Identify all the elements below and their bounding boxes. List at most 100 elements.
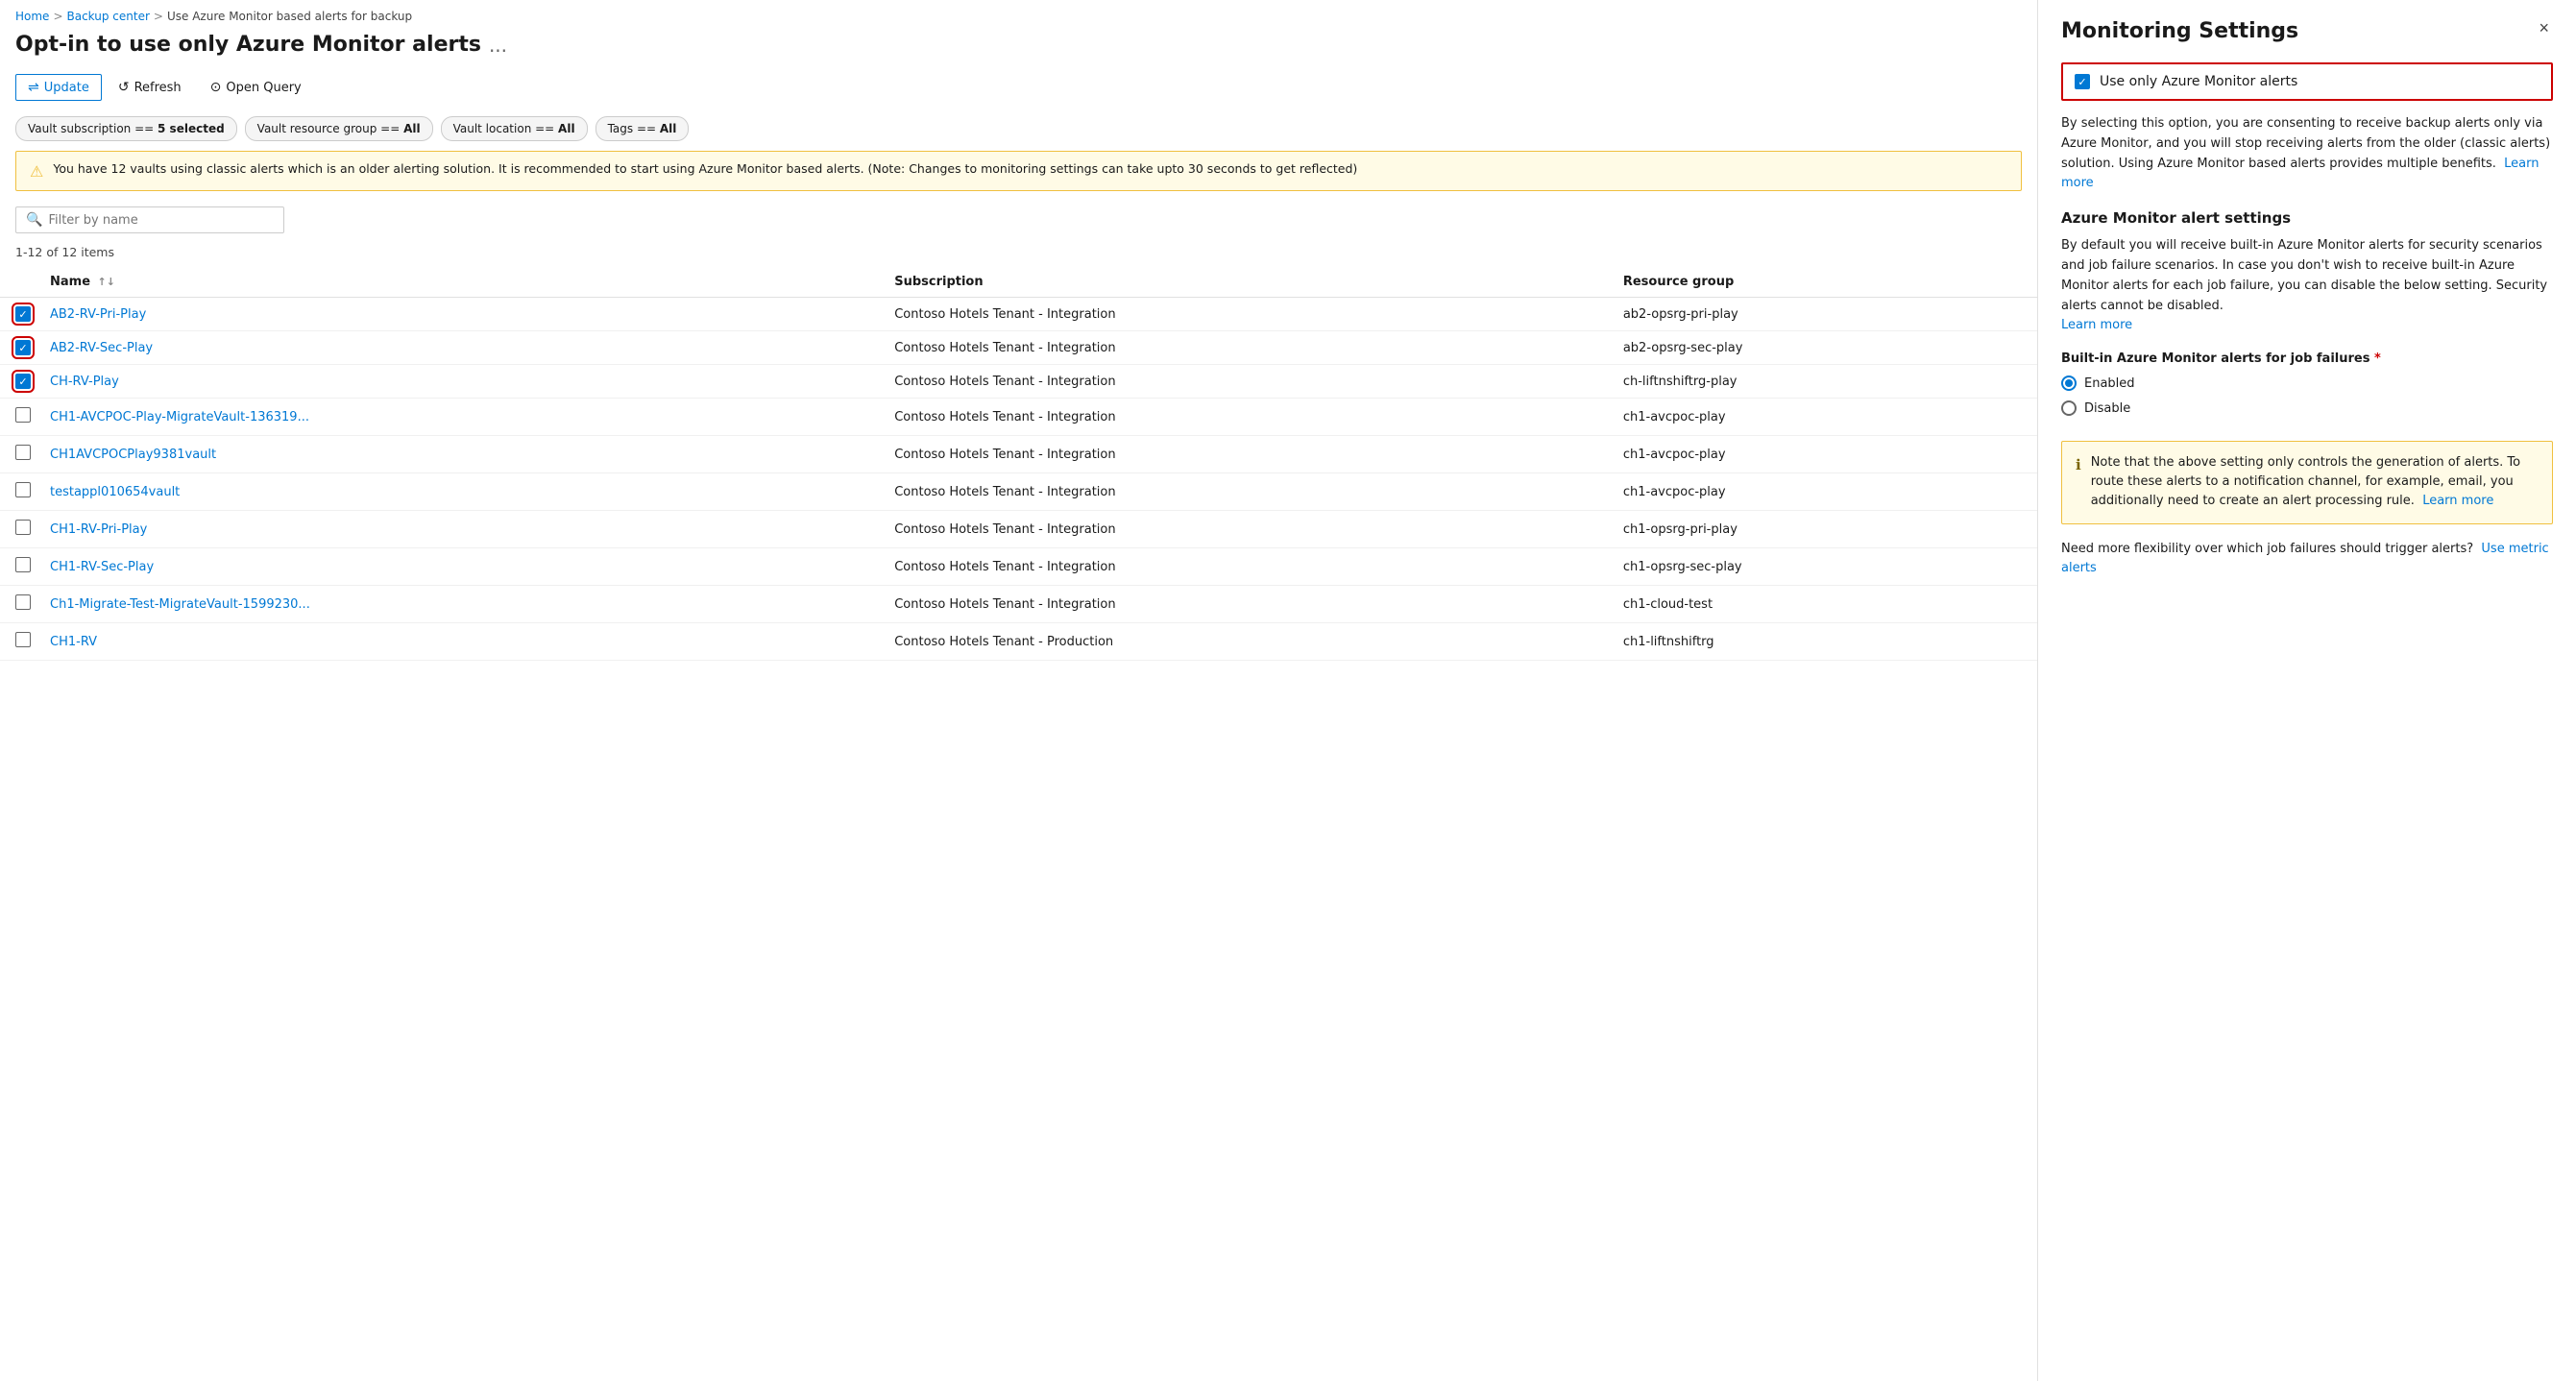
table-row: CH1-RVContoso Hotels Tenant - Production… [0,623,2037,661]
metric-alerts-line: Need more flexibility over which job fai… [2061,540,2553,578]
row-resource-group: ab2-opsrg-pri-play [1612,298,2037,331]
azure-monitor-settings-description: By default you will receive built-in Azu… [2061,236,2553,336]
vault-table: Name ↑↓ Subscription Resource group AB2-… [0,267,2037,661]
row-subscription: Contoso Hotels Tenant - Integration [883,365,1612,399]
row-name[interactable]: CH-RV-Play [50,375,119,389]
row-subscription: Contoso Hotels Tenant - Integration [883,548,1612,586]
row-checkbox[interactable] [15,482,31,497]
refresh-label: Refresh [134,81,182,95]
azure-monitor-learn-more-link[interactable]: Learn more [2061,318,2132,332]
row-checkbox[interactable] [15,520,31,535]
info-learn-more-link[interactable]: Learn more [2422,494,2493,508]
main-panel: Home > Backup center > Use Azure Monitor… [0,0,2038,1381]
row-name[interactable]: AB2-RV-Pri-Play [50,307,146,322]
refresh-button[interactable]: ↺ Refresh [106,74,194,101]
filter-subscription[interactable]: Vault subscription == 5 selected [15,116,237,141]
row-checkbox[interactable] [15,632,31,647]
sort-icon[interactable]: ↑↓ [98,276,115,288]
filter-tags[interactable]: Tags == All [595,116,690,141]
filter-location[interactable]: Vault location == All [441,116,588,141]
row-subscription: Contoso Hotels Tenant - Integration [883,586,1612,623]
table-body: AB2-RV-Pri-Play Contoso Hotels Tenant - I… [0,298,2037,661]
col-subscription: Subscription [883,267,1612,298]
breadcrumb-current: Use Azure Monitor based alerts for backu… [167,10,412,23]
update-label: Update [44,81,89,95]
row-name[interactable]: CH1-RV-Sec-Play [50,560,154,574]
use-only-azure-monitor-option[interactable]: Use only Azure Monitor alerts [2061,62,2553,101]
radio-disable-indicator [2061,400,2077,416]
row-name[interactable]: CH1-RV-Pri-Play [50,522,147,537]
table-row: AB2-RV-Pri-PlayContoso Hotels Tenant - I… [0,298,2037,331]
row-name[interactable]: AB2-RV-Sec-Play [50,341,153,355]
row-name[interactable]: CH1-AVCPOC-Play-MigrateVault-136319... [50,410,309,424]
row-resource-group: ch1-avcpoc-play [1612,436,2037,473]
row-resource-group: ch-liftnshiftrg-play [1612,365,2037,399]
update-button[interactable]: ⇌ Update [15,74,102,101]
radio-enabled-inner [2065,379,2073,387]
azure-monitor-checkbox [2075,74,2090,89]
col-name[interactable]: Name ↑↓ [38,267,883,298]
more-options-icon[interactable]: ... [489,34,507,57]
col-resource-group: Resource group [1612,267,2037,298]
row-subscription: Contoso Hotels Tenant - Integration [883,436,1612,473]
row-subscription: Contoso Hotels Tenant - Integration [883,473,1612,511]
row-checkbox[interactable] [15,340,31,355]
row-name[interactable]: CH1AVCPOCPlay9381vault [50,448,216,462]
search-icon: 🔍 [26,212,42,228]
row-resource-group: ch1-cloud-test [1612,586,2037,623]
filter-tags-label: Tags == All [608,122,677,135]
info-text: Note that the above setting only control… [2091,453,2539,511]
panel-title: Monitoring Settings [2061,19,2298,43]
col-name-label: Name [50,275,90,289]
row-checkbox[interactable] [15,445,31,460]
row-subscription: Contoso Hotels Tenant - Integration [883,399,1612,436]
row-resource-group: ch1-avcpoc-play [1612,399,2037,436]
breadcrumb-sep2: > [154,10,163,23]
table-container: Name ↑↓ Subscription Resource group AB2-… [0,267,2037,1381]
open-query-label: Open Query [226,81,301,95]
filter-resource-group[interactable]: Vault resource group == All [245,116,433,141]
query-icon: ⊙ [210,80,222,95]
table-row: CH1-RV-Sec-Play Contoso Hotels Tenant - I… [0,548,2037,586]
row-checkbox[interactable] [15,306,31,322]
radio-group: Enabled Disable [2061,376,2553,425]
row-resource-group: ch1-liftnshiftrg [1612,623,2037,661]
radio-disable-label: Disable [2084,401,2130,416]
breadcrumb-backup-center[interactable]: Backup center [67,10,150,23]
row-name[interactable]: CH1-RV [50,635,97,649]
info-icon: ℹ [2076,454,2081,511]
radio-enabled-label: Enabled [2084,376,2135,391]
refresh-icon: ↺ [118,80,130,95]
row-resource-group: ab2-opsrg-sec-play [1612,331,2037,365]
row-checkbox[interactable] [15,557,31,572]
row-name[interactable]: testappl010654vault [50,485,180,499]
row-subscription: Contoso Hotels Tenant - Integration [883,511,1612,548]
row-checkbox[interactable] [15,407,31,423]
search-area: 🔍 [0,201,2037,241]
warning-text: You have 12 vaults using classic alerts … [53,161,1357,176]
table-row: CH1AVCPOCPlay9381vault Contoso Hotels Ten… [0,436,2037,473]
warning-banner: ⚠ You have 12 vaults using classic alert… [15,151,2022,191]
search-input[interactable] [48,213,274,228]
breadcrumb-home[interactable]: Home [15,10,49,23]
close-button[interactable]: × [2535,19,2553,36]
breadcrumb-sep1: > [53,10,62,23]
table-row: AB2-RV-Sec-Play Contoso Hotels Tenant - I… [0,331,2037,365]
filter-resource-group-label: Vault resource group == All [257,122,421,135]
open-query-button[interactable]: ⊙ Open Query [198,74,314,101]
col-checkbox [0,267,38,298]
search-input-wrap[interactable]: 🔍 [15,206,284,233]
filters-row: Vault subscription == 5 selected Vault r… [0,110,2037,151]
radio-enabled[interactable]: Enabled [2061,376,2553,391]
row-subscription: Contoso Hotels Tenant - Integration [883,331,1612,365]
page-title: Opt-in to use only Azure Monitor alerts [15,33,481,57]
radio-disable[interactable]: Disable [2061,400,2553,416]
toolbar: ⇌ Update ↺ Refresh ⊙ Open Query [0,68,2037,110]
row-checkbox[interactable] [15,594,31,610]
row-name[interactable]: Ch1-Migrate-Test-MigrateVault-1599230... [50,597,310,612]
row-checkbox[interactable] [15,374,31,389]
azure-monitor-settings-heading: Azure Monitor alert settings [2061,209,2553,227]
row-resource-group: ch1-avcpoc-play [1612,473,2037,511]
breadcrumb: Home > Backup center > Use Azure Monitor… [0,0,2037,29]
azure-monitor-description: By selecting this option, you are consen… [2061,114,2553,194]
